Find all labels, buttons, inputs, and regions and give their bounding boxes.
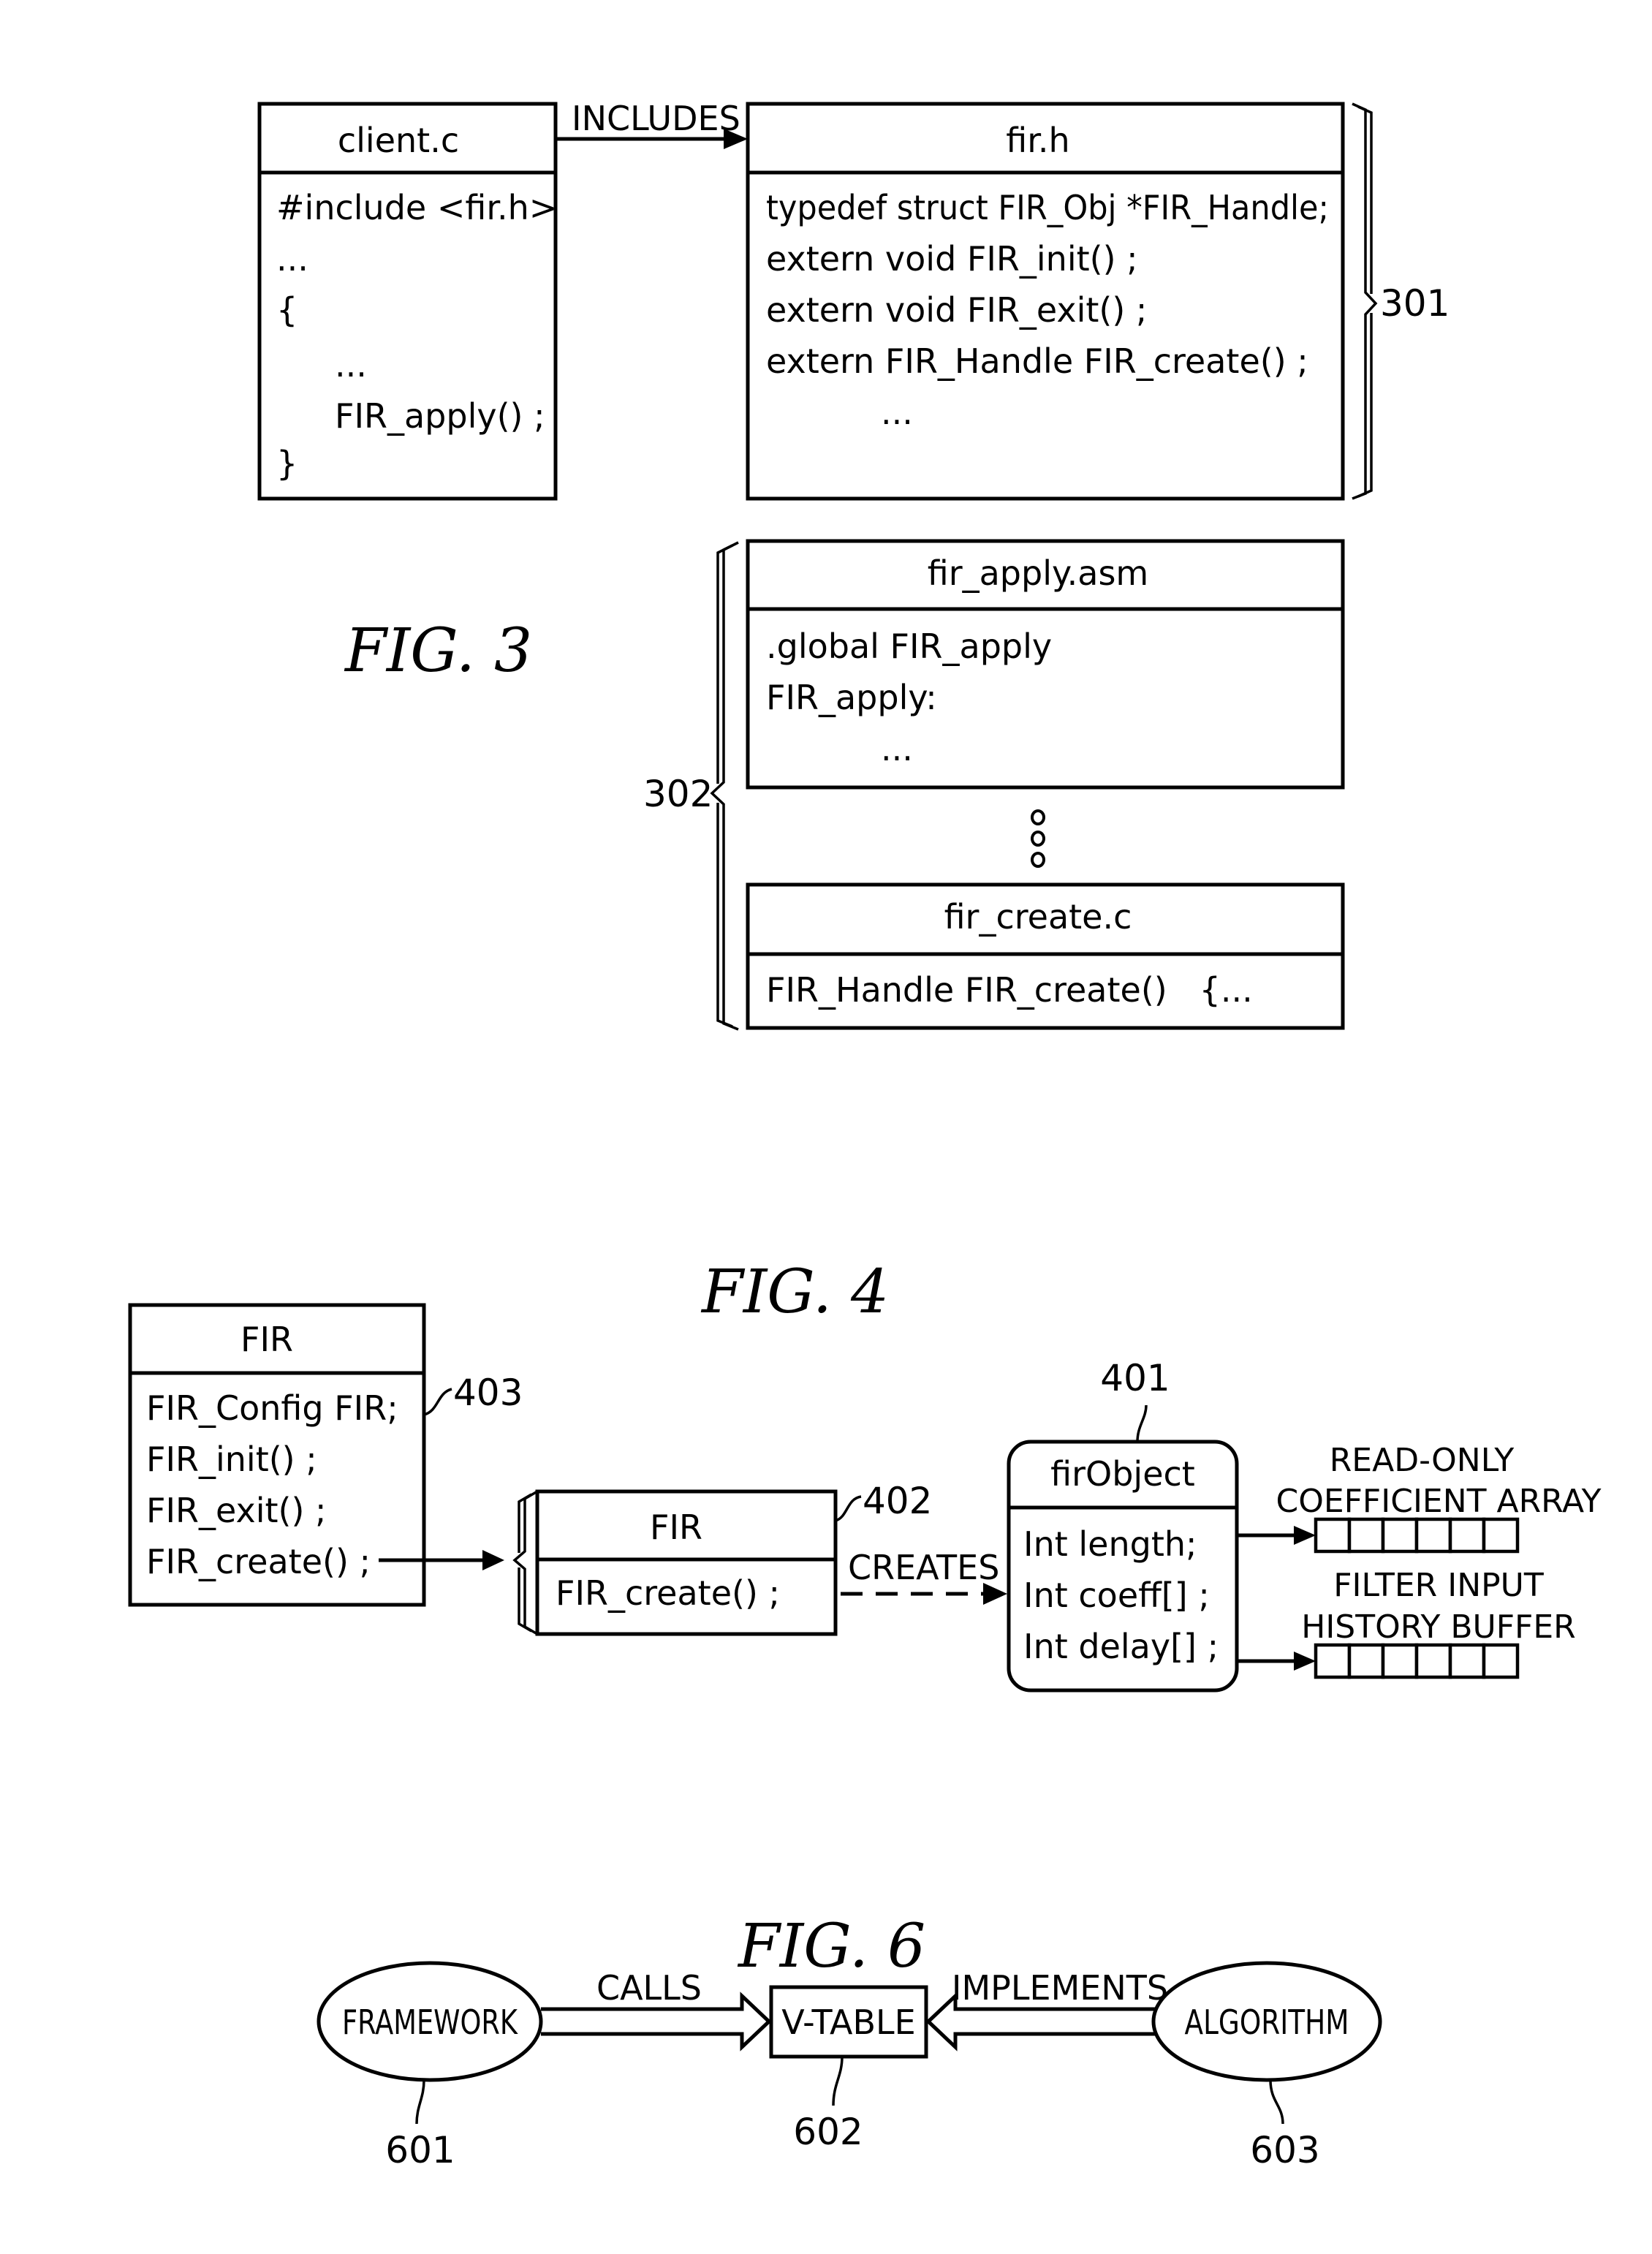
history-buffer: FILTER INPUT HISTORY BUFFER — [1237, 1567, 1576, 1679]
implements-label: IMPLEMENTS — [952, 1968, 1168, 2008]
ref-401: 401 — [1100, 1357, 1170, 1399]
calls-label: CALLS — [596, 1968, 702, 2008]
coefficient-array-cell — [1347, 1517, 1385, 1554]
leader-601 — [415, 2079, 425, 2125]
implements-arrow: IMPLEMENTS — [925, 1968, 1168, 2051]
fir-config-line: FIR_exit() ; — [146, 1491, 327, 1530]
fir-config-line: FIR_init() ; — [146, 1440, 317, 1479]
fir-apply-asm-box: fir_apply.asm .global FIR_apply FIR_appl… — [746, 539, 1345, 790]
fir-config-title: FIR — [240, 1320, 293, 1359]
fig3-caption: FIG. 3 — [344, 616, 532, 686]
history-buffer-cell — [1347, 1643, 1385, 1679]
includes-label: INCLUDES — [572, 99, 740, 138]
algorithm-label: ALGORITHM — [1185, 2002, 1349, 2042]
ref-302: 302 — [643, 773, 713, 815]
coefficient-array-label-1: READ-ONLY — [1330, 1442, 1515, 1479]
fig4: FIG. 4 FIR FIR_Config FIR; FIR_init() ; … — [128, 1258, 1602, 1693]
history-buffer-label-1: FILTER INPUT — [1333, 1567, 1544, 1604]
brace-302: 302 — [643, 541, 739, 1031]
client-c-line: FIR_apply() ; — [335, 396, 545, 436]
fir-create-c-title: fir_create.c — [944, 897, 1132, 937]
fig3: client.c #include <fir.h> ... { ... FIR_… — [257, 99, 1450, 1031]
creates-label: CREATES — [848, 1548, 999, 1587]
coefficient-array-label-2: COEFFICIENT ARRAY — [1276, 1483, 1601, 1520]
vertical-ellipsis-icon — [1031, 809, 1045, 868]
arrowhead-icon — [1294, 1526, 1316, 1545]
history-buffer-cell — [1381, 1643, 1419, 1679]
client-c-line: ... — [335, 345, 367, 385]
fig4-caption: FIG. 4 — [700, 1258, 889, 1327]
leader-602 — [832, 2056, 844, 2106]
leader-401 — [1136, 1404, 1148, 1442]
fir-box-title: FIR — [650, 1508, 702, 1547]
leader-402 — [835, 1495, 862, 1522]
fir-object-box: firObject Int length; Int coeff[] ; Int … — [1007, 1440, 1239, 1693]
fir-h-box: fir.h typedef struct FIR_Obj *FIR_Handle… — [746, 102, 1345, 501]
client-c-line: ... — [276, 239, 308, 279]
coefficient-array-cell — [1414, 1517, 1452, 1554]
leader-403 — [423, 1388, 452, 1416]
framework-label: FRAMEWORK — [342, 2002, 518, 2042]
fir-apply-asm-line: FIR_apply: — [766, 678, 937, 717]
coefficient-array-cell — [1482, 1517, 1520, 1554]
ref-602: 602 — [793, 2111, 863, 2153]
history-buffer-label-2: HISTORY BUFFER — [1301, 1608, 1576, 1646]
fir-box: FIR FIR_create() ; — [535, 1489, 838, 1636]
framework-node: FRAMEWORK — [317, 1961, 543, 2082]
ref-601: 601 — [385, 2129, 455, 2171]
fir-box-line: FIR_create() ; — [556, 1573, 780, 1613]
fir-apply-asm-line: ... — [881, 729, 913, 768]
fir-object-line: Int delay[] ; — [1023, 1627, 1219, 1666]
fir-config-line: FIR_Config FIR; — [146, 1388, 398, 1428]
history-buffer-cells — [1314, 1643, 1520, 1679]
coefficient-array-cell — [1448, 1517, 1486, 1554]
fir-h-line: typedef struct FIR_Obj *FIR_Handle; — [766, 188, 1329, 227]
fir-h-title: fir.h — [1006, 121, 1069, 160]
arrowhead-icon — [482, 1550, 504, 1570]
fir-object-line: Int coeff[] ; — [1023, 1576, 1210, 1615]
brace-301: 301 — [1352, 102, 1450, 500]
history-buffer-cell — [1448, 1643, 1486, 1679]
history-buffer-cell — [1314, 1643, 1352, 1679]
coefficient-array: READ-ONLY COEFFICIENT ARRAY — [1237, 1442, 1602, 1554]
includes-arrow: INCLUDES — [556, 99, 748, 149]
coefficient-array-cell — [1314, 1517, 1352, 1554]
ref-301: 301 — [1380, 282, 1450, 325]
ref-403: 403 — [453, 1372, 523, 1414]
fir-h-line: ... — [881, 393, 913, 432]
fir-h-line: extern void FIR_exit() ; — [766, 290, 1147, 330]
fir-h-line: extern void FIR_init() ; — [766, 239, 1138, 279]
client-c-line: { — [276, 290, 298, 330]
fir-config-line: FIR_create() ; — [146, 1542, 371, 1581]
calls-arrow: CALLS — [541, 1968, 772, 2051]
algorithm-node: ALGORITHM — [1151, 1961, 1382, 2082]
fir-apply-asm-title: fir_apply.asm — [928, 553, 1149, 593]
fir-object-line: Int length; — [1023, 1524, 1197, 1564]
fir-create-c-box: fir_create.c FIR_Handle FIR_create() {..… — [746, 882, 1345, 1030]
fir-h-line: extern FIR_Handle FIR_create() ; — [766, 341, 1308, 381]
history-buffer-cell — [1414, 1643, 1452, 1679]
patent-drawing-sheet: client.c #include <fir.h> ... { ... FIR_… — [128, 99, 1602, 2171]
leader-603 — [1269, 2079, 1284, 2125]
coefficient-array-cell — [1381, 1517, 1419, 1554]
arrowhead-icon — [1294, 1652, 1316, 1671]
fig6-caption: FIG. 6 — [737, 1912, 925, 1981]
history-buffer-cell — [1482, 1643, 1520, 1679]
vtable-label: V-TABLE — [781, 2002, 915, 2042]
fir-object-title: firObject — [1050, 1454, 1195, 1494]
client-c-line: } — [276, 444, 298, 483]
client-c-box: client.c #include <fir.h> ... { ... FIR_… — [257, 102, 558, 501]
fir-apply-asm-line: .global FIR_apply — [766, 627, 1052, 666]
client-c-title: client.c — [338, 121, 459, 160]
fir-create-c-line: FIR_Handle FIR_create() {... — [766, 970, 1253, 1010]
vtable-node: V-TABLE — [769, 1985, 928, 2059]
fig6: FIG. 6 FRAMEWORK CALLS V-TABLE IMPLEMENT… — [317, 1912, 1382, 2171]
ref-603: 603 — [1250, 2129, 1319, 2171]
coefficient-array-cells — [1314, 1517, 1520, 1554]
client-c-line: #include <fir.h> — [276, 188, 557, 227]
ref-402: 402 — [863, 1480, 932, 1522]
